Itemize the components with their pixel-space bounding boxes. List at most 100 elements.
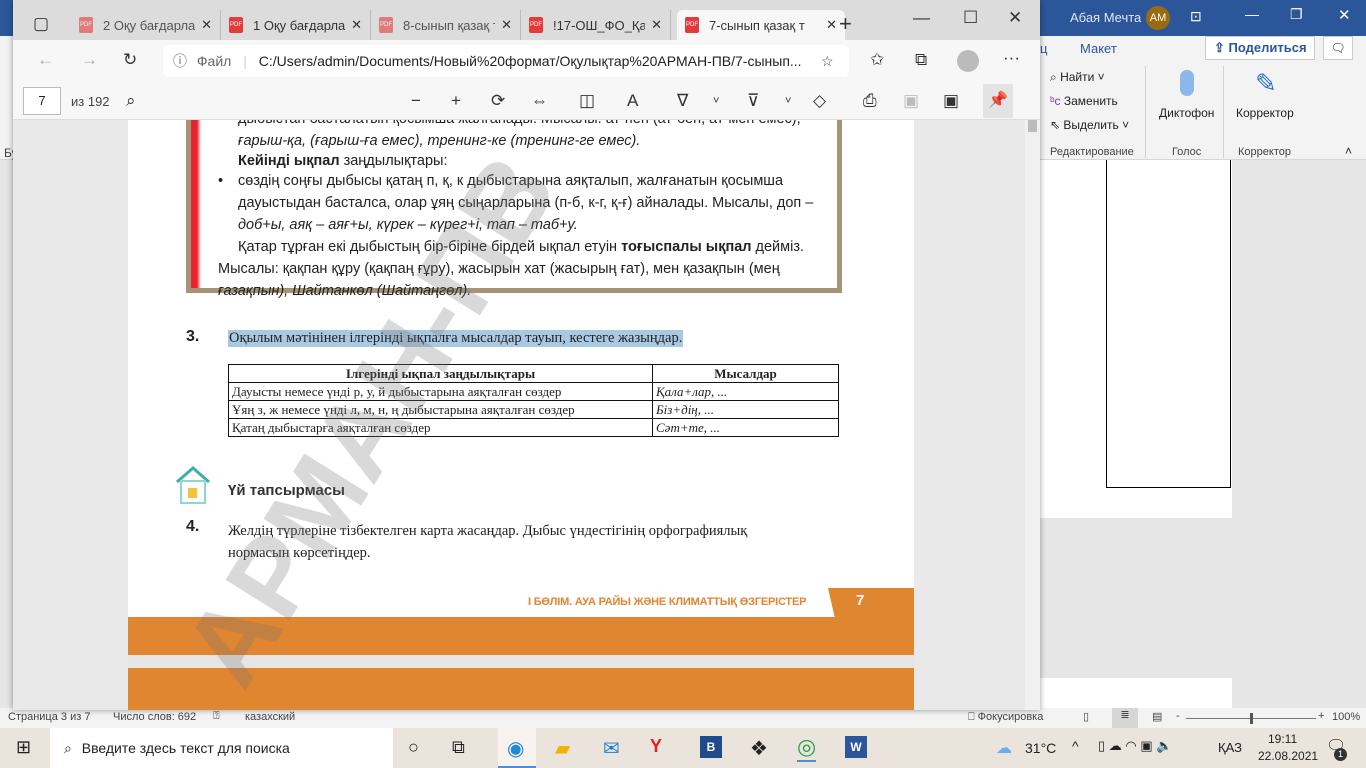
favorites-icon[interactable]: ✩: [870, 50, 884, 70]
draw-dropdown-icon[interactable]: ˅: [713, 91, 719, 111]
close-button[interactable]: ✕: [1008, 8, 1022, 28]
text-line: Қатар тұрған екі дыбыстың бір-біріне бір…: [238, 239, 622, 255]
save-icon[interactable]: ▣: [903, 91, 919, 111]
rotate-icon[interactable]: ⟳: [491, 91, 505, 111]
word-icon[interactable]: W: [845, 736, 867, 758]
close-tab-icon[interactable]: ✕: [826, 17, 837, 33]
zoom-level[interactable]: 100%: [1332, 711, 1360, 723]
more-menu-icon[interactable]: ···: [1003, 48, 1020, 68]
close-tab-icon[interactable]: ✕: [501, 17, 512, 33]
tab-2[interactable]: PDF 1 Оқу бағдарлам ✕: [221, 10, 371, 40]
comments-button[interactable]: 🗨: [1323, 36, 1353, 60]
share-button[interactable]: ⇪ Поделиться: [1205, 36, 1315, 60]
tab-layout[interactable]: Макет: [1080, 41, 1117, 56]
highlight-dropdown-icon[interactable]: ˅: [785, 91, 791, 111]
tray-chevron-icon[interactable]: ^: [1072, 738, 1079, 754]
text-line: заңдылықтары:: [339, 153, 448, 169]
zoom-slider-thumb[interactable]: [1250, 713, 1253, 724]
close-tab-icon[interactable]: ✕: [201, 17, 212, 33]
scrollbar[interactable]: [1025, 120, 1040, 710]
read-aloud-icon[interactable]: A: [627, 91, 638, 111]
notification-count: 1: [1334, 748, 1347, 761]
temperature[interactable]: 31°C: [1025, 740, 1056, 756]
fit-width-icon[interactable]: ⇔: [531, 91, 548, 111]
tab-label: 1 Оқу бағдарлам: [253, 17, 346, 33]
bold-term: тоғыспалы ықпал: [621, 239, 752, 255]
address-bar[interactable]: ⓘ Файл | C:/Users/admin/Documents/Новый%…: [163, 45, 849, 77]
mail-icon[interactable]: ✉: [603, 736, 620, 761]
tab-5-active[interactable]: PDF 7-сынып қазақ т ✕: [677, 10, 845, 40]
profile-avatar[interactable]: [957, 50, 979, 72]
minimize-button[interactable]: —: [1245, 6, 1259, 22]
ribbon-display-icon[interactable]: ⊡: [1190, 8, 1202, 25]
eraser-icon[interactable]: ◇: [813, 91, 826, 111]
minimize-button[interactable]: —: [913, 8, 930, 28]
draw-icon[interactable]: ∇: [677, 91, 688, 111]
tab-3[interactable]: PDF 8-сынып қазақ т ✕: [371, 10, 521, 40]
restore-button[interactable]: ❐: [1290, 6, 1303, 23]
weather-icon[interactable]: ☁: [996, 738, 1012, 758]
tray-icons[interactable]: ▯ ☁ ◠ ▣ 🔈: [1098, 738, 1172, 754]
footer-section-title: І БӨЛІМ. АУА РАЙЫ ЖӘНЕ КЛИМАТТЫҚ ӨЗГЕРІС…: [528, 596, 807, 608]
tab-actions-icon[interactable]: ▢: [33, 14, 49, 34]
new-tab-button[interactable]: +: [839, 13, 852, 35]
table-cell: Біз+дің, ...: [652, 400, 839, 419]
tab-4[interactable]: PDF !17-ОШ_ФО_Қаз ✕: [521, 10, 671, 40]
save-as-icon[interactable]: ▣: [943, 91, 959, 111]
read-mode-icon[interactable]: ▯: [1083, 710, 1089, 723]
group-label-editor: Корректор: [1238, 146, 1291, 158]
refresh-button[interactable]: ↻: [123, 50, 137, 70]
page-view-icon[interactable]: ◫: [579, 91, 595, 111]
info-icon[interactable]: ⓘ: [173, 53, 187, 69]
b-app-icon[interactable]: B: [700, 736, 722, 758]
cortana-icon[interactable]: ○: [408, 737, 419, 758]
file-explorer-icon[interactable]: ▰: [555, 736, 570, 761]
examples-table: Ілгерінді ықпал заңдылықтары Мысалдар Дау…: [228, 364, 839, 437]
editor-button[interactable]: Корректор: [1236, 106, 1294, 120]
search-icon[interactable]: ⌕: [126, 91, 136, 111]
dropbox-icon[interactable]: ❖: [750, 736, 768, 761]
add-favorite-icon[interactable]: ☆: [821, 45, 834, 77]
page-count[interactable]: Страница 3 из 7: [8, 711, 90, 723]
clock-date[interactable]: 22.08.2021: [1258, 749, 1318, 763]
proofing-icon[interactable]: ⍰: [213, 710, 220, 723]
select-button[interactable]: ⇖ Выделить ˅: [1050, 118, 1129, 132]
zoom-out-button[interactable]: −: [411, 91, 421, 111]
find-button[interactable]: ⌕ Найти ˅: [1050, 70, 1105, 85]
web-layout-icon[interactable]: ▤: [1152, 710, 1162, 723]
replace-button[interactable]: ᵇc Заменить: [1050, 94, 1118, 108]
print-icon[interactable]: ⎙: [863, 91, 877, 111]
zoom-in-button[interactable]: +: [1318, 710, 1324, 722]
close-tab-icon[interactable]: ✕: [351, 17, 362, 33]
url-text[interactable]: C:/Users/admin/Documents/Новый%20формат/…: [259, 53, 802, 69]
dictate-button[interactable]: Диктофон: [1159, 106, 1214, 120]
zoom-in-button[interactable]: +: [451, 91, 461, 111]
task-view-icon[interactable]: ⧉: [452, 737, 465, 758]
tab-1[interactable]: PDF 2 Оқу бағдарлам ✕: [71, 10, 221, 40]
clock-time[interactable]: 19:11: [1268, 732, 1297, 746]
avatar[interactable]: АМ: [1146, 6, 1170, 30]
page-number-input[interactable]: 7: [23, 87, 61, 115]
focus-button[interactable]: ⎕ Фокусировка: [968, 711, 1043, 724]
language[interactable]: казахский: [245, 711, 295, 723]
yandex-icon[interactable]: Y: [650, 736, 662, 757]
scrollbar-thumb[interactable]: [1028, 120, 1037, 132]
highlight-icon[interactable]: ⊽: [747, 91, 759, 111]
collapse-ribbon-icon[interactable]: ˄: [1345, 144, 1352, 158]
input-language[interactable]: ҚАЗ: [1218, 740, 1242, 755]
forward-button[interactable]: →: [81, 50, 98, 70]
close-button[interactable]: ✕: [1338, 6, 1351, 24]
tab-partial[interactable]: ц: [1040, 41, 1047, 56]
search-box[interactable]: ⌕ Введите здесь текст для поиска: [50, 728, 393, 768]
zoom-out-button[interactable]: -: [1176, 710, 1180, 722]
edge-taskbar-app[interactable]: ◉: [498, 728, 536, 768]
maximize-button[interactable]: ☐: [963, 8, 978, 28]
print-layout-icon[interactable]: ≣: [1112, 708, 1138, 728]
chrome-icon[interactable]: ◎: [797, 734, 817, 762]
word-count[interactable]: Число слов: 692: [113, 711, 196, 723]
collections-icon[interactable]: ⧉: [915, 50, 927, 70]
back-button[interactable]: ←: [37, 50, 54, 70]
close-tab-icon[interactable]: ✕: [651, 17, 662, 33]
windows-start-icon[interactable]: ⊞: [16, 737, 31, 758]
pin-toolbar-button[interactable]: 📌: [983, 84, 1013, 118]
